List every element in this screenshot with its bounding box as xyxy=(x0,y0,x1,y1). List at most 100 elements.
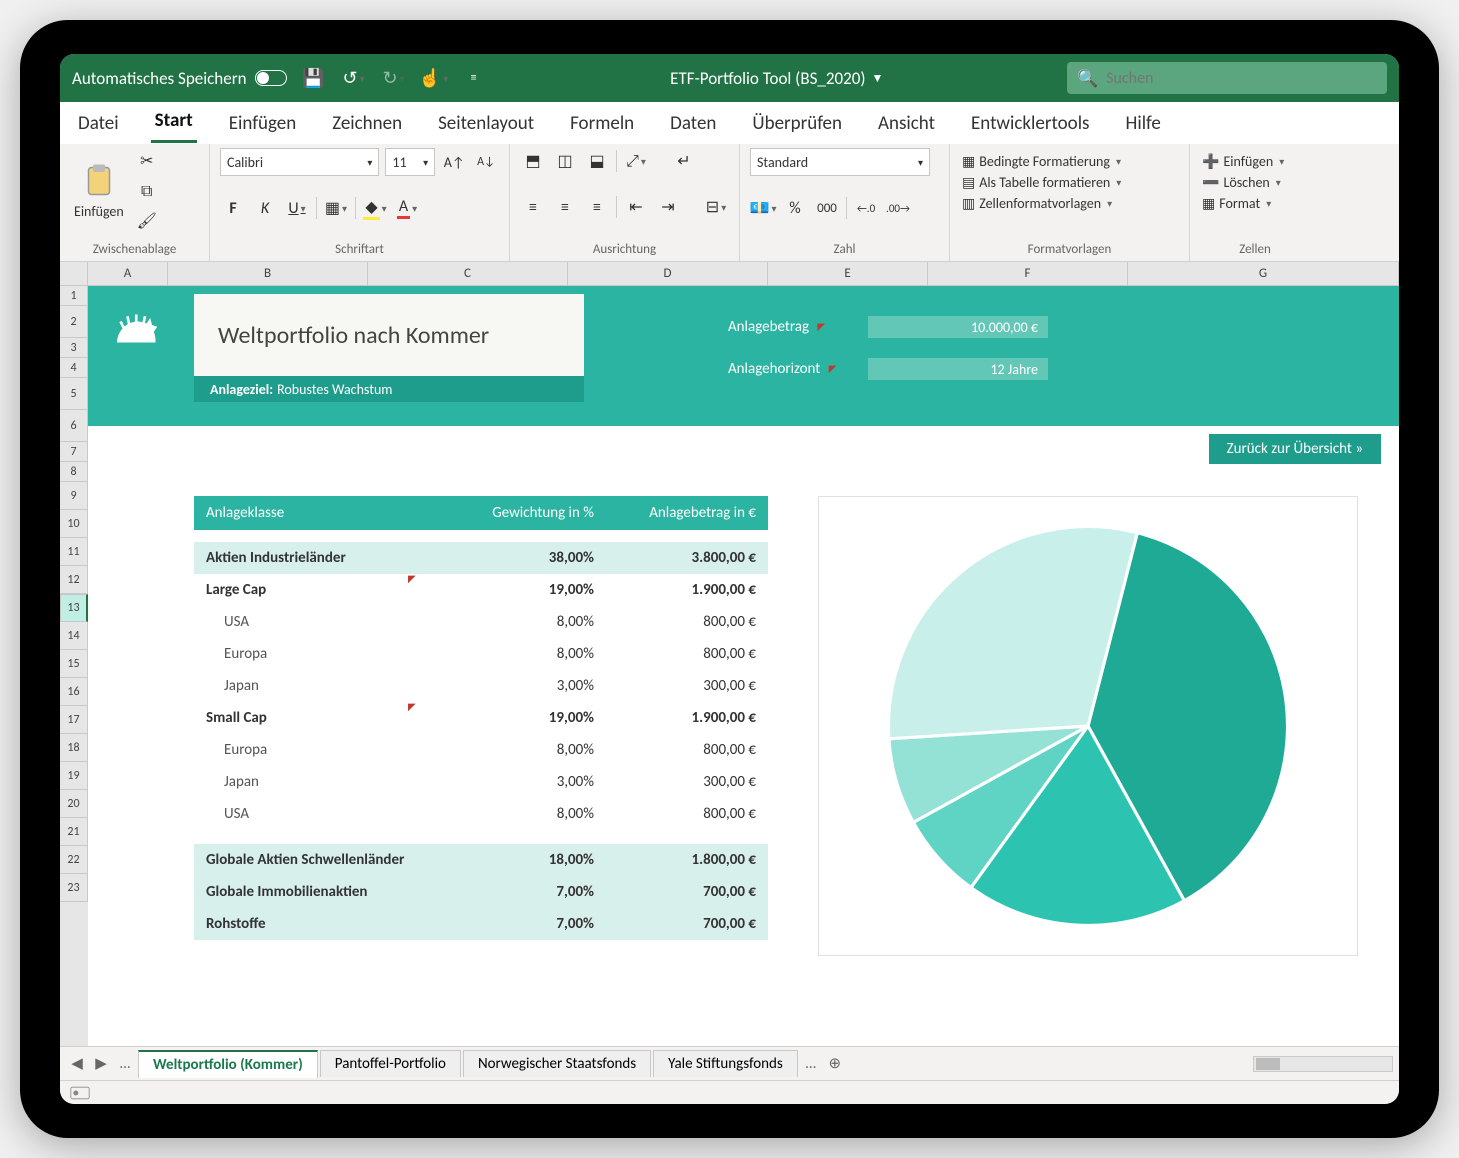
row-header[interactable]: 10 xyxy=(60,510,88,538)
horizontal-scrollbar[interactable] xyxy=(1253,1056,1393,1072)
column-headers[interactable]: A B C D E F G xyxy=(60,262,1399,286)
increase-font-icon[interactable]: A↑ xyxy=(441,149,467,175)
worksheet[interactable]: Weltportfolio nach Kommer Anlageziel: Ro… xyxy=(88,286,1399,1046)
row-header[interactable]: 4 xyxy=(60,358,88,378)
percent-format-icon[interactable]: % xyxy=(782,195,808,221)
sheet-tab-active[interactable]: Weltportfolio (Kommer) xyxy=(138,1050,318,1078)
undo-icon[interactable]: ↺ xyxy=(341,65,367,91)
record-macro-icon[interactable] xyxy=(70,1085,90,1101)
orientation-icon[interactable]: ⤢ xyxy=(623,148,649,174)
row-header[interactable]: 6 xyxy=(60,410,88,442)
document-title[interactable]: ETF-Portfolio Tool (BS_2020) ▼ xyxy=(670,68,883,89)
row-header[interactable]: 7 xyxy=(60,442,88,462)
accounting-format-icon[interactable]: 💶 xyxy=(750,195,776,221)
align-right-icon[interactable]: ≡ xyxy=(584,194,610,220)
tab-formulas[interactable]: Formeln xyxy=(566,106,638,143)
qat-overflow-icon[interactable]: ≡ xyxy=(461,65,487,91)
paste-button[interactable]: Einfügen xyxy=(70,148,128,234)
row-header[interactable]: 5 xyxy=(60,378,88,410)
new-sheet-icon[interactable]: ⊕ xyxy=(824,1054,846,1073)
align-top-icon[interactable]: ⬒ xyxy=(520,148,546,174)
row-header[interactable]: 14 xyxy=(60,622,88,650)
decrease-indent-icon[interactable]: ⇤ xyxy=(623,194,649,220)
tab-insert[interactable]: Einfügen xyxy=(225,106,301,143)
merge-icon[interactable]: ⊟ xyxy=(703,194,729,220)
font-size-select[interactable]: 11▾ xyxy=(385,148,435,176)
table-row[interactable]: USA8,00%800,00 € xyxy=(194,798,768,830)
table-row[interactable]: USA8,00%800,00 € xyxy=(194,606,768,638)
cut-icon[interactable]: ✂ xyxy=(134,148,160,174)
bold-button[interactable]: F xyxy=(220,195,246,221)
row-header[interactable]: 19 xyxy=(60,762,88,790)
decrease-font-icon[interactable]: A↓ xyxy=(473,149,499,175)
amount-input[interactable]: 10.000,00 € xyxy=(868,316,1048,338)
col-header[interactable]: A xyxy=(88,262,168,286)
number-format-select[interactable]: Standard▾ xyxy=(750,148,930,176)
row-header[interactable]: 13 xyxy=(60,594,88,622)
row-header[interactable]: 16 xyxy=(60,678,88,706)
row-header[interactable]: 8 xyxy=(60,462,88,482)
row-header[interactable]: 1 xyxy=(60,286,88,306)
format-as-table-button[interactable]: ▤Als Tabelle formatieren xyxy=(960,173,1179,192)
font-color-icon[interactable]: A xyxy=(394,195,420,221)
tab-file[interactable]: Datei xyxy=(74,106,123,143)
save-icon[interactable]: 💾 xyxy=(301,65,327,91)
font-name-select[interactable]: Calibri▾ xyxy=(220,148,379,176)
underline-button[interactable]: U xyxy=(284,195,310,221)
row-header[interactable]: 9 xyxy=(60,482,88,510)
col-header[interactable]: E xyxy=(768,262,928,286)
back-to-overview-button[interactable]: Zurück zur Übersicht » xyxy=(1209,434,1381,464)
tab-overflow-icon[interactable]: … xyxy=(800,1055,822,1073)
table-row[interactable]: Rohstoffe7,00%700,00 € xyxy=(194,908,768,940)
row-header[interactable]: 17 xyxy=(60,706,88,734)
cell-styles-button[interactable]: ▥Zellenformatvorlagen xyxy=(960,194,1179,213)
table-row[interactable]: Globale Immobilienaktien7,00%700,00 € xyxy=(194,876,768,908)
col-header[interactable]: G xyxy=(1128,262,1399,286)
format-painter-icon[interactable]: 🖌 xyxy=(134,208,160,234)
italic-button[interactable]: K xyxy=(252,195,278,221)
horizon-input[interactable]: 12 Jahre xyxy=(868,358,1048,380)
col-header[interactable]: B xyxy=(168,262,368,286)
tab-nav-next-icon[interactable]: ▶ xyxy=(90,1054,112,1073)
tab-overflow-icon[interactable]: … xyxy=(114,1055,136,1073)
row-header[interactable]: 23 xyxy=(60,874,88,902)
table-row[interactable]: Europa8,00%800,00 € xyxy=(194,734,768,766)
redo-icon[interactable]: ↻ xyxy=(381,65,407,91)
sheet-tab[interactable]: Pantoffel-Portfolio xyxy=(320,1050,461,1077)
borders-icon[interactable]: ▦ xyxy=(323,195,349,221)
touch-mode-icon[interactable]: ☝ xyxy=(421,65,447,91)
comma-format-icon[interactable]: 000 xyxy=(814,195,840,221)
table-row[interactable]: Small Cap19,00%1.900,00 € xyxy=(194,702,768,734)
col-header[interactable]: F xyxy=(928,262,1128,286)
conditional-formatting-button[interactable]: ▦Bedingte Formatierung xyxy=(960,152,1179,171)
decrease-decimal-icon[interactable]: .00→ xyxy=(885,195,911,221)
tab-nav-prev-icon[interactable]: ◀ xyxy=(66,1054,88,1073)
table-row[interactable]: Large Cap19,00%1.900,00 € xyxy=(194,574,768,606)
tab-draw[interactable]: Zeichnen xyxy=(328,106,406,143)
tab-data[interactable]: Daten xyxy=(666,106,720,143)
fill-color-icon[interactable]: ◆ xyxy=(362,195,388,221)
row-header[interactable]: 20 xyxy=(60,790,88,818)
tab-developer[interactable]: Entwicklertools xyxy=(967,106,1094,143)
align-bottom-icon[interactable]: ⬓ xyxy=(584,148,610,174)
search-box[interactable]: 🔍 xyxy=(1067,62,1387,94)
row-headers[interactable]: 1234567891011121314151617181920212223 xyxy=(60,286,88,1046)
row-header[interactable]: 18 xyxy=(60,734,88,762)
sheet-tab[interactable]: Norwegischer Staatsfonds xyxy=(463,1050,651,1077)
increase-indent-icon[interactable]: ⇥ xyxy=(655,194,681,220)
align-middle-icon[interactable]: ◫ xyxy=(552,148,578,174)
search-input[interactable] xyxy=(1106,69,1377,88)
autosave[interactable]: Automatisches Speichern xyxy=(72,68,287,89)
tab-home[interactable]: Start xyxy=(151,103,197,143)
col-header[interactable]: C xyxy=(368,262,568,286)
table-row[interactable]: Japan3,00%300,00 € xyxy=(194,670,768,702)
table-row[interactable]: Globale Aktien Schwellenländer18,00%1.80… xyxy=(194,844,768,876)
row-header[interactable]: 11 xyxy=(60,538,88,566)
sheet-tab[interactable]: Yale Stiftungsfonds xyxy=(653,1050,798,1077)
table-row[interactable]: Europa8,00%800,00 € xyxy=(194,638,768,670)
insert-cells-button[interactable]: ➕Einfügen xyxy=(1200,152,1310,171)
row-header[interactable]: 12 xyxy=(60,566,88,594)
pie-chart[interactable] xyxy=(818,496,1358,956)
format-cells-button[interactable]: ▦Format xyxy=(1200,194,1310,213)
tab-review[interactable]: Überprüfen xyxy=(748,106,846,143)
